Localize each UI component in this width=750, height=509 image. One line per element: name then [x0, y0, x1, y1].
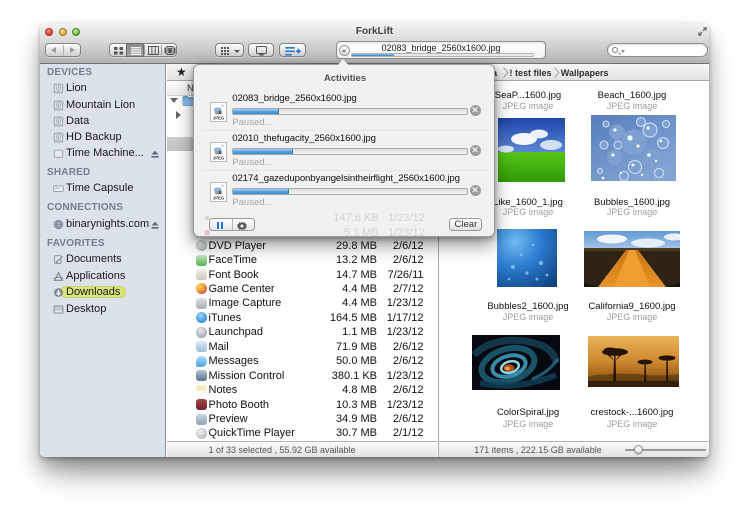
svg-text:JPEG: JPEG	[213, 155, 224, 160]
svg-text:JPEG: JPEG	[213, 195, 224, 200]
svg-text:JPEG: JPEG	[213, 115, 224, 120]
